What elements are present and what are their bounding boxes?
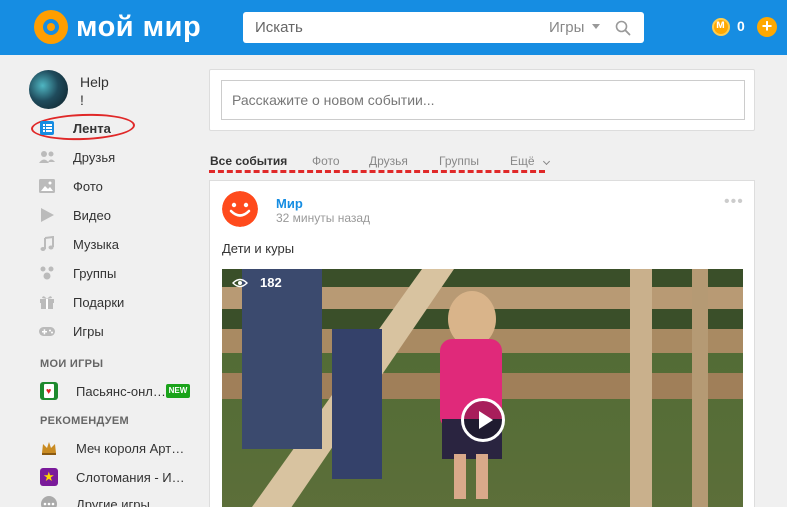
more-options-icon[interactable]: ••• [724, 194, 744, 210]
view-count-value: 182 [260, 275, 282, 290]
sidebar-item-label: Музыка [73, 236, 119, 252]
sidebar-item-games[interactable]: Игры [38, 319, 104, 343]
tab-photo[interactable]: Фото [312, 154, 340, 168]
recommend-title: РЕКОМЕНДУЕМ [40, 415, 130, 427]
sidebar-item-label: Видео [73, 207, 111, 223]
tab-groups[interactable]: Группы [439, 154, 479, 168]
username[interactable]: Help ! [80, 73, 109, 109]
status-composer [209, 69, 755, 131]
avatar[interactable] [29, 70, 68, 109]
chevron-down-icon[interactable] [542, 157, 551, 166]
groups-icon [40, 266, 54, 280]
view-count: 182 [232, 275, 282, 290]
eye-icon [232, 278, 248, 287]
sidebar-item-label: Лента [73, 120, 111, 136]
highlight-underline [209, 170, 545, 173]
game-label: Меч короля Арт… [76, 440, 185, 456]
author-avatar[interactable] [222, 191, 258, 227]
sidebar-item-friends[interactable]: Друзья [38, 145, 115, 169]
post-timestamp[interactable]: 32 минуты назад [276, 211, 370, 225]
post-text: Дети и куры [222, 241, 295, 256]
play-button[interactable] [461, 398, 505, 442]
top-bar: мой мир Игры 0 + [0, 0, 787, 55]
game-item-solitaire[interactable]: ♥ Пасьянс-онл… [40, 381, 166, 401]
feed-icon [40, 121, 54, 135]
friends-icon [39, 151, 55, 163]
music-icon [40, 236, 54, 251]
gift-icon [40, 296, 54, 309]
logo-at-icon [34, 10, 68, 44]
sidebar-item-feed[interactable]: Лента [38, 116, 111, 140]
sidebar-item-groups[interactable]: Группы [38, 261, 116, 285]
solitaire-game-icon: ♥ [40, 382, 58, 400]
coin-icon[interactable] [712, 17, 730, 36]
sidebar-item-label: Подарки [73, 294, 125, 310]
sidebar-item-photo[interactable]: Фото [38, 174, 103, 198]
tab-more[interactable]: Ещё [510, 154, 535, 168]
game-item-slotomania[interactable]: ★ Слотомания - И… [40, 467, 185, 487]
game-item-other[interactable]: Другие игры [40, 494, 150, 507]
search-icon[interactable] [615, 20, 631, 36]
game-label: Другие игры [76, 496, 150, 507]
feed-post: Мир 32 минуты назад ••• Дети и куры 182 [209, 180, 755, 507]
search-box: Игры [243, 12, 644, 43]
post-author[interactable]: Мир [276, 196, 303, 211]
game-item-king-sword[interactable]: Меч короля Арт… [40, 438, 184, 458]
video-icon [41, 208, 54, 222]
my-games-title: МОИ ИГРЫ [40, 358, 104, 370]
sidebar-item-music[interactable]: Музыка [38, 232, 119, 256]
username-line2: ! [80, 92, 84, 108]
slots-game-icon: ★ [40, 468, 58, 486]
sidebar-item-label: Игры [73, 323, 104, 339]
sidebar-item-label: Фото [73, 178, 103, 194]
new-badge: NEW [166, 384, 190, 398]
search-input[interactable] [243, 12, 523, 43]
video-player[interactable]: 182 [222, 269, 743, 507]
username-line1: Help [80, 74, 109, 90]
sidebar-item-gifts[interactable]: Подарки [38, 290, 124, 314]
gamepad-icon [39, 327, 55, 336]
logo-text: мой мир [76, 10, 202, 43]
logo[interactable]: мой мир [34, 10, 201, 44]
add-coins-button[interactable]: + [757, 17, 777, 37]
crown-game-icon [42, 442, 56, 455]
tab-all-events[interactable]: Все события [210, 154, 287, 168]
more-games-icon [41, 496, 57, 507]
video-thumbnail [222, 269, 743, 507]
sidebar-item-label: Группы [73, 265, 117, 281]
sidebar-item-video[interactable]: Видео [38, 203, 111, 227]
status-input[interactable] [221, 80, 745, 120]
photo-icon [39, 179, 55, 193]
search-category-select[interactable]: Игры [549, 19, 584, 36]
chevron-down-icon[interactable] [592, 24, 600, 29]
game-label: Слотомания - И… [76, 469, 185, 485]
coin-count[interactable]: 0 [737, 18, 745, 34]
game-label: Пасьянс-онл… [76, 383, 166, 399]
tab-friends[interactable]: Друзья [369, 154, 408, 168]
sidebar-item-label: Друзья [73, 149, 116, 165]
